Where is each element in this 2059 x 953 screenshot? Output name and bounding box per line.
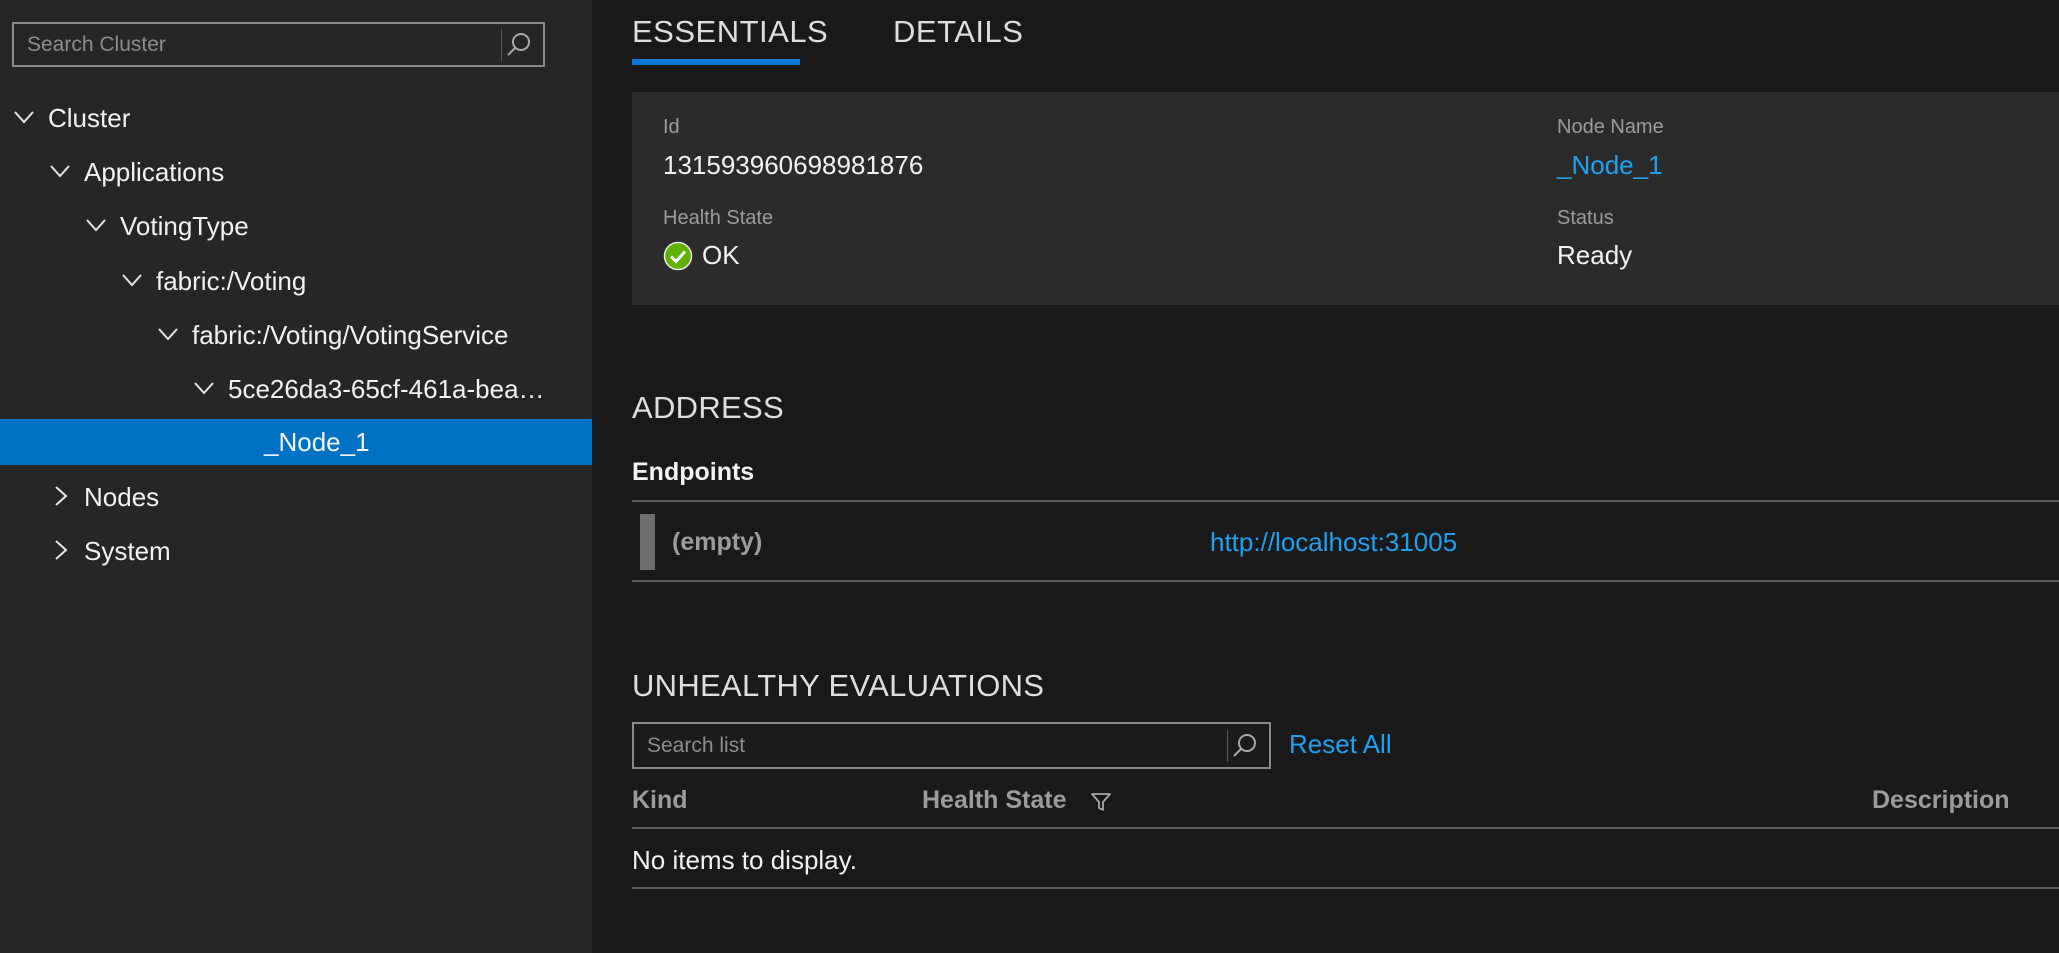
list-search-input[interactable] xyxy=(634,724,1269,767)
tab-essentials[interactable]: ESSENTIALS xyxy=(632,14,828,50)
tree-item-partition[interactable]: 5ce26da3-65cf-461a-bea… xyxy=(0,366,592,412)
column-header-description[interactable]: Description xyxy=(1872,786,2010,815)
tree-item-votingtype[interactable]: VotingType xyxy=(0,203,592,249)
tree-item-applications[interactable]: Applications xyxy=(0,149,592,195)
cluster-search xyxy=(12,22,545,67)
chevron-down-icon[interactable] xyxy=(48,159,72,183)
tree-item-label: VotingType xyxy=(120,211,249,241)
active-tab-indicator xyxy=(632,59,800,65)
divider xyxy=(632,827,2059,829)
chevron-right-icon[interactable] xyxy=(48,538,72,562)
unhealthy-evaluations-heading: UNHEALTHY EVALUATIONS xyxy=(632,668,1045,703)
filter-icon[interactable] xyxy=(1090,791,1112,813)
search-icon[interactable] xyxy=(1227,730,1261,762)
endpoint-name: (empty) xyxy=(672,528,763,556)
endpoint-marker xyxy=(640,514,655,570)
sidebar: Cluster Applications VotingType fabric:/… xyxy=(0,0,592,953)
divider xyxy=(632,500,2059,502)
chevron-down-icon[interactable] xyxy=(192,376,216,400)
tree-item-replica-node-1[interactable]: _Node_1 xyxy=(0,419,592,465)
health-state-value: OK xyxy=(702,240,740,270)
empty-list-message: No items to display. xyxy=(632,845,857,875)
main-content: ESSENTIALS DETAILS Id 131593960698981876… xyxy=(592,0,2059,953)
node-name-label: Node Name xyxy=(1557,116,1664,138)
endpoint-url-link[interactable]: http://localhost:31005 xyxy=(1210,527,1457,558)
tree-item-cluster[interactable]: Cluster xyxy=(0,95,592,141)
tree-item-application-voting[interactable]: fabric:/Voting xyxy=(0,258,592,304)
tree-item-label: fabric:/Voting/VotingService xyxy=(192,320,509,350)
column-header-health-state[interactable]: Health State xyxy=(922,786,1066,815)
tree-item-label: fabric:/Voting xyxy=(156,266,307,296)
tree-item-nodes[interactable]: Nodes xyxy=(0,474,592,520)
health-state-label: Health State xyxy=(663,207,774,229)
id-value: 131593960698981876 xyxy=(663,150,924,180)
chevron-right-icon[interactable] xyxy=(48,484,72,508)
tab-details[interactable]: DETAILS xyxy=(893,14,1023,50)
essentials-panel: Id 131593960698981876 Health State OK No… xyxy=(632,92,2059,305)
tree-item-label: Cluster xyxy=(48,103,131,133)
tree-item-label: 5ce26da3-65cf-461a-bea… xyxy=(228,374,545,404)
reset-all-button[interactable]: Reset All xyxy=(1289,729,1392,760)
tree-item-label: _Node_1 xyxy=(264,427,370,457)
cluster-search-input[interactable] xyxy=(14,24,543,65)
chevron-down-icon[interactable] xyxy=(84,213,108,237)
list-search xyxy=(632,722,1271,769)
chevron-down-icon[interactable] xyxy=(12,105,36,129)
tree-item-label: System xyxy=(84,536,171,566)
tree-item-label: Nodes xyxy=(84,482,160,512)
status-label: Status xyxy=(1557,207,1614,229)
node-name-link[interactable]: _Node_1 xyxy=(1557,150,1663,181)
divider xyxy=(632,580,2059,582)
chevron-down-icon[interactable] xyxy=(156,322,180,346)
service-fabric-explorer: Cluster Applications VotingType fabric:/… xyxy=(0,0,2059,953)
address-heading: ADDRESS xyxy=(632,390,784,425)
column-header-kind[interactable]: Kind xyxy=(632,786,688,815)
tree-item-system[interactable]: System xyxy=(0,528,592,574)
id-label: Id xyxy=(663,116,680,138)
chevron-down-icon[interactable] xyxy=(120,268,144,292)
status-value: Ready xyxy=(1557,240,1633,270)
endpoints-heading: Endpoints xyxy=(632,458,755,486)
ok-check-icon xyxy=(663,241,693,271)
tree-item-label: Applications xyxy=(84,157,225,187)
tree-item-service-votingservice[interactable]: fabric:/Voting/VotingService xyxy=(0,312,592,358)
search-icon[interactable] xyxy=(501,29,535,61)
divider xyxy=(632,887,2059,889)
